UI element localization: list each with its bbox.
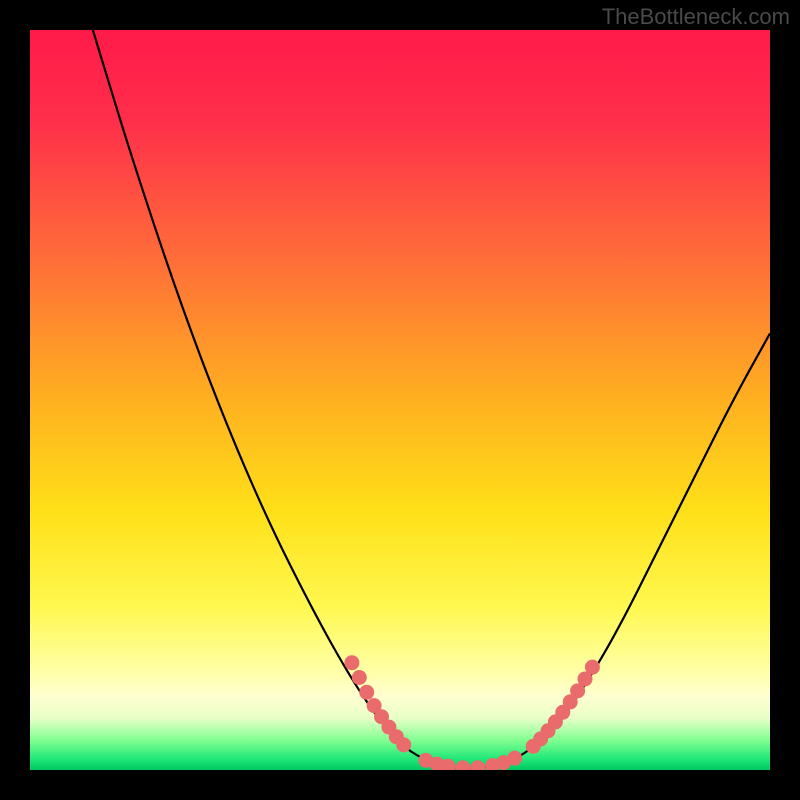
data-marker [344,655,359,670]
data-marker [352,670,367,685]
watermark-text: TheBottleneck.com [602,4,790,30]
chart-container: TheBottleneck.com [0,0,800,800]
data-marker [585,660,600,675]
data-marker [507,751,522,766]
gradient-background [30,30,770,770]
data-marker [359,685,374,700]
chart-svg [30,30,770,770]
plot-area [30,30,770,770]
data-marker [396,737,411,752]
